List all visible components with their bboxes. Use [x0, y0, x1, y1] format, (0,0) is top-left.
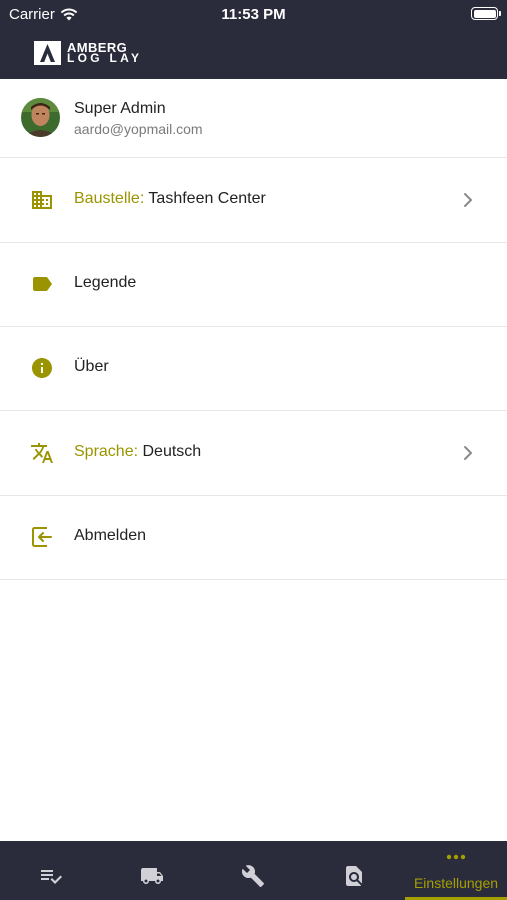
language-label: Sprache: Deutsch	[74, 443, 201, 461]
tab-settings-label: Einstellungen	[413, 875, 499, 891]
building-icon	[32, 191, 52, 209]
legend-label: Legende	[74, 274, 137, 291]
logout-icon	[32, 527, 52, 547]
profile-name: Super Admin	[74, 100, 166, 117]
site-label: Baustelle: Tashfeen Center	[74, 190, 266, 208]
logo-line2: LOG LAY	[67, 51, 143, 65]
translate-icon	[31, 443, 53, 463]
app-logo: AMBERG LOG LAY	[34, 41, 142, 65]
avatar-image	[21, 98, 60, 137]
chevron-right-icon	[464, 446, 472, 460]
status-bar: Carrier 11:53 PM	[0, 0, 507, 28]
app-header: Carrier 11:53 PM AMBERG LOG LAY	[0, 0, 507, 79]
menu-item-language[interactable]: Sprache: Deutsch	[0, 411, 507, 496]
info-icon	[32, 358, 52, 378]
menu-item-logout[interactable]: Abmelden	[0, 495, 507, 580]
bottom-tab-bar: Einstellungen	[0, 841, 507, 900]
avatar	[21, 98, 60, 137]
tab-documents[interactable]	[303, 841, 404, 900]
document-search-icon	[345, 866, 362, 886]
profile-row: Super Admin aardo@yopmail.com	[0, 79, 507, 158]
site-value: Tashfeen Center	[148, 190, 266, 207]
truck-icon	[140, 868, 163, 884]
menu-item-site[interactable]: Baustelle: Tashfeen Center	[0, 158, 507, 243]
tab-tools[interactable]	[202, 841, 303, 900]
language-key: Sprache:	[74, 443, 139, 460]
more-icon	[446, 854, 466, 860]
tab-settings[interactable]: Einstellungen	[405, 841, 507, 900]
menu-item-legend[interactable]: Legende	[0, 242, 507, 327]
about-label: Über	[74, 358, 109, 375]
tab-checklist[interactable]	[0, 841, 101, 900]
tab-delivery[interactable]	[101, 841, 202, 900]
checklist-icon	[40, 870, 62, 884]
menu-item-about[interactable]: Über	[0, 326, 507, 411]
logo-text: AMBERG LOG LAY	[67, 41, 143, 65]
profile-email: aardo@yopmail.com	[74, 121, 203, 137]
logout-label: Abmelden	[74, 527, 147, 544]
tag-icon	[33, 277, 52, 291]
logo-mark-icon	[34, 41, 61, 65]
wrench-icon	[241, 865, 264, 887]
battery-icon	[471, 7, 501, 20]
status-time: 11:53 PM	[221, 6, 286, 23]
language-value: Deutsch	[142, 443, 202, 460]
site-key: Baustelle:	[74, 190, 145, 207]
chevron-right-icon	[464, 193, 472, 207]
